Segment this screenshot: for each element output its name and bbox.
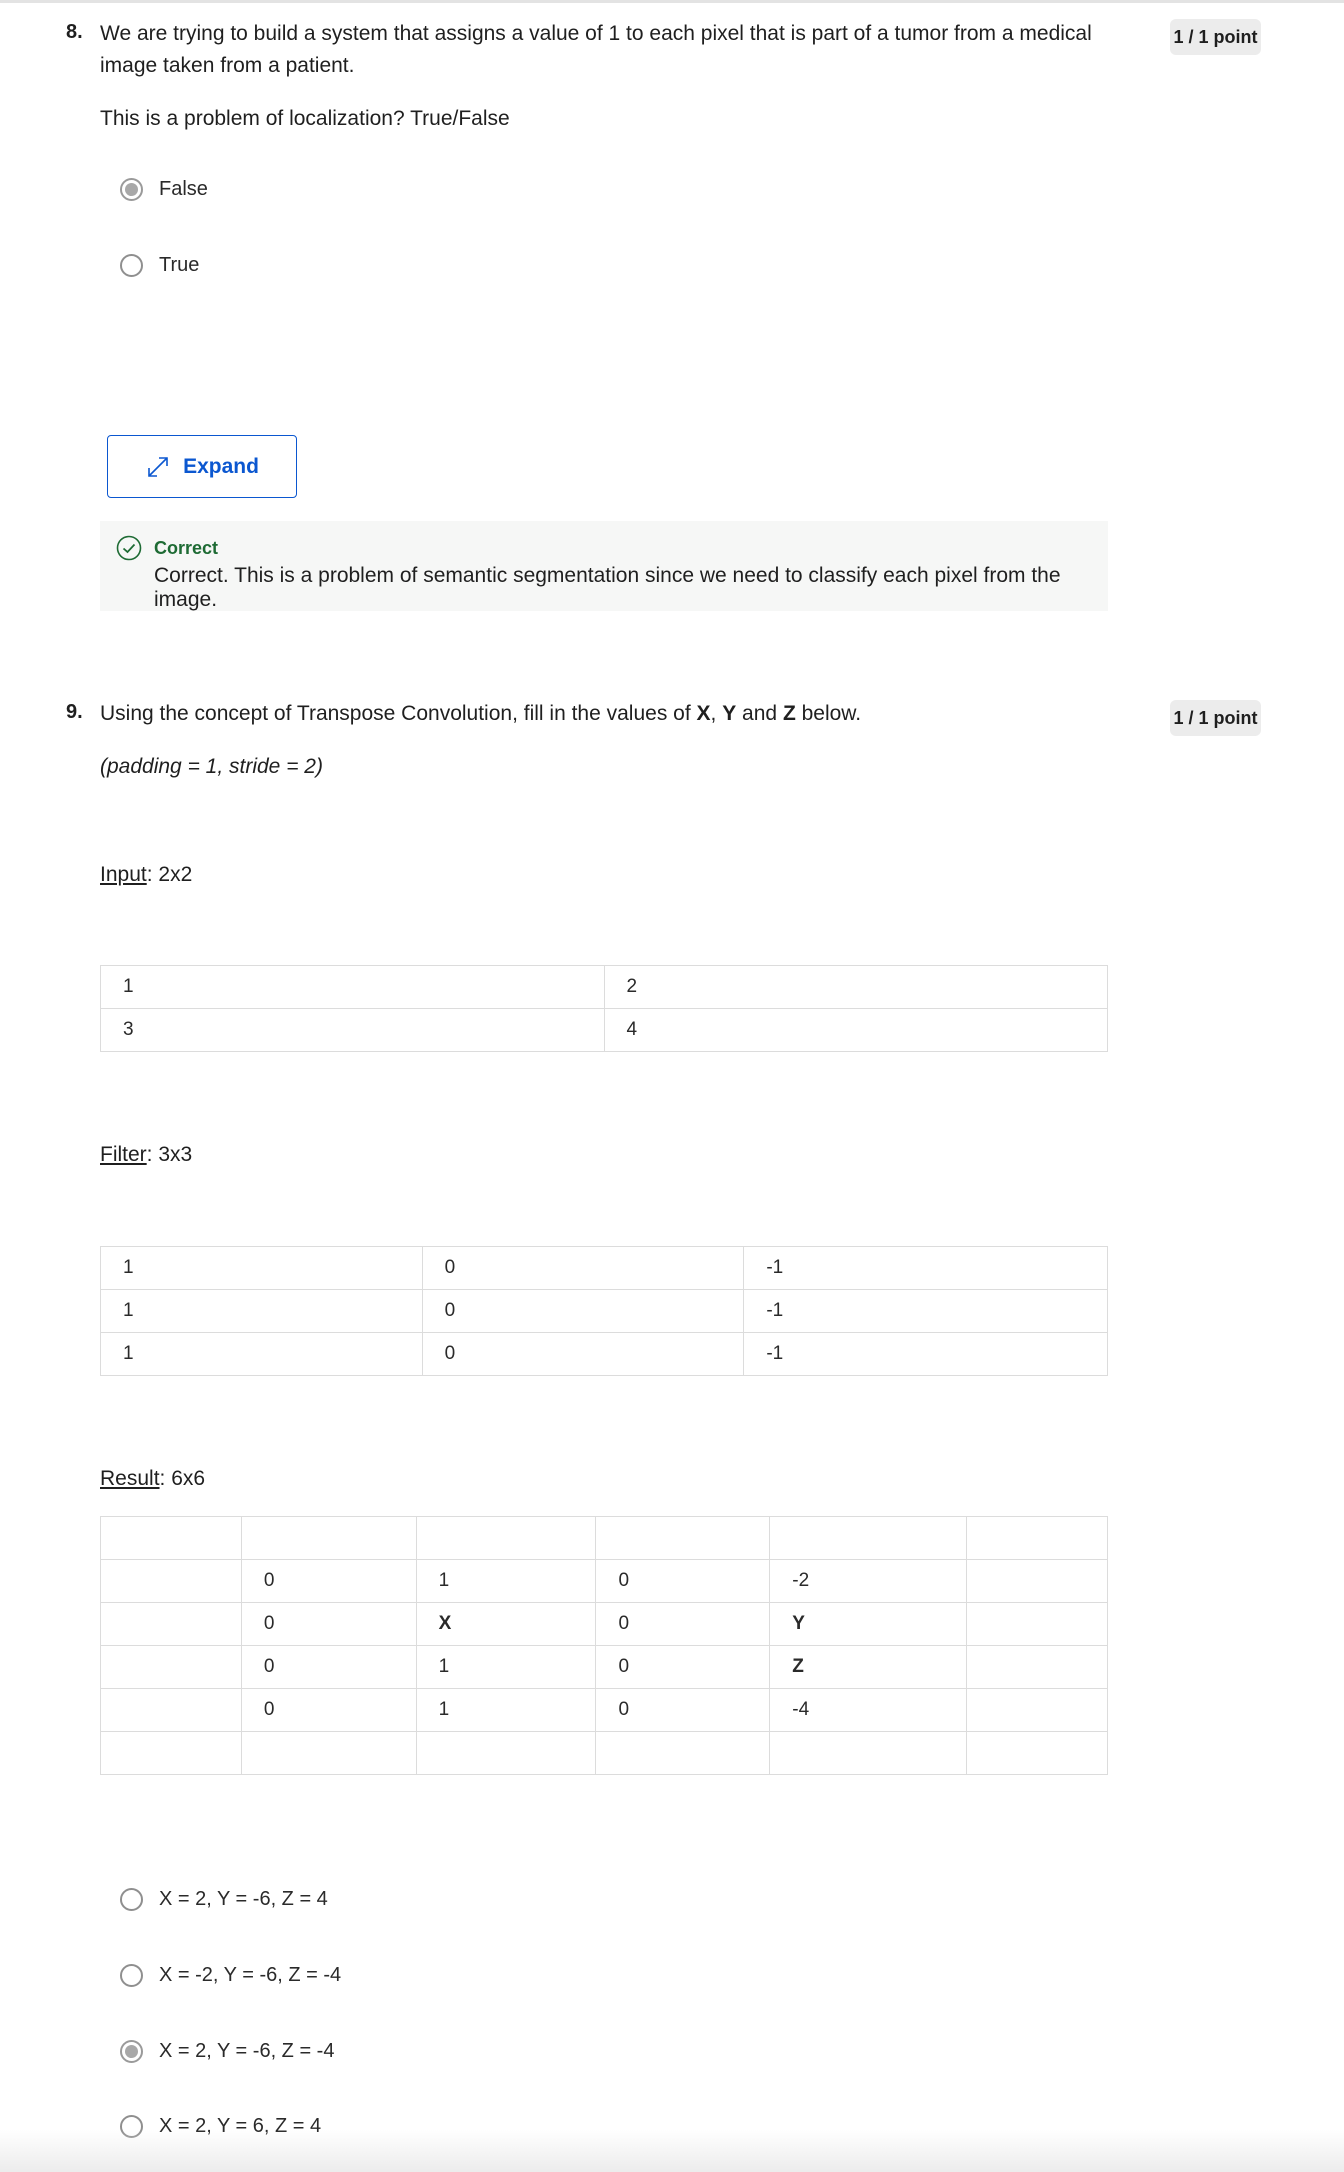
question-9-points-badge: 1 / 1 point [1170, 700, 1261, 736]
table-cell [100, 1516, 242, 1560]
table-cell: 0 [595, 1602, 771, 1646]
table-cell: Z [769, 1645, 968, 1689]
feedback-body: Correct. This is a problem of semantic s… [154, 564, 1061, 611]
q8-option-false[interactable]: False [120, 178, 208, 201]
table-row: 0 1 0 -2 [100, 1559, 1108, 1603]
table-cell [100, 1559, 242, 1603]
question-9-params: (padding = 1, stride = 2) [100, 755, 323, 778]
table-cell [240, 1516, 417, 1560]
option-label: X = 2, Y = -6, Z = -4 [159, 2040, 335, 2062]
table-cell: 1 [100, 1246, 423, 1290]
top-divider [0, 0, 1344, 3]
option-label: X = -2, Y = -6, Z = -4 [159, 1964, 342, 1986]
q9-option-2[interactable]: X = -2, Y = -6, Z = -4 [120, 1964, 341, 1987]
table-row: 0X0Y [100, 1602, 1108, 1646]
table-row [100, 1731, 1108, 1775]
q9-option-1[interactable]: X = 2, Y = -6, Z = 4 [120, 1888, 328, 1911]
table-cell: 0 [595, 1645, 771, 1689]
feedback-box: Correct Correct. This is a problem of se… [100, 521, 1108, 611]
table-cell: 4 [603, 1008, 1108, 1052]
filter-matrix-table: 1 0 -1 1 0 -1 1 0 -1 [100, 1246, 1108, 1376]
table-cell: Y [769, 1602, 968, 1646]
table-cell: 1 [415, 1559, 597, 1603]
feedback-title: Correct [154, 538, 219, 558]
expand-label: Expand [183, 454, 259, 478]
table-cell: 1 [100, 1289, 423, 1333]
table-cell [966, 1516, 1108, 1560]
table-cell [415, 1516, 597, 1560]
radio-selected-icon[interactable] [120, 2040, 143, 2063]
table-cell: 1 [100, 1332, 423, 1376]
table-cell: 0 [421, 1289, 745, 1333]
table-cell [100, 1731, 242, 1775]
expand-button[interactable]: Expand [107, 435, 297, 498]
table-cell [966, 1602, 1108, 1646]
table-cell: -1 [743, 1246, 1108, 1290]
table-cell: -1 [743, 1289, 1108, 1333]
table-cell [769, 1516, 968, 1560]
table-cell: 1 [415, 1688, 597, 1732]
table-row: 34 [100, 1008, 1108, 1052]
table-cell [966, 1688, 1108, 1732]
table-cell [966, 1645, 1108, 1689]
table-cell: -1 [743, 1332, 1108, 1376]
table-cell: 0 [240, 1559, 417, 1603]
table-cell [415, 1731, 597, 1775]
filter-caption: Filter: 3x3 [100, 1143, 193, 1166]
table-cell: 0 [421, 1332, 745, 1376]
table-cell: 1 [415, 1645, 597, 1689]
table-row: 1 0 -1 [100, 1246, 1108, 1290]
result-matrix-table: 0 1 0 -2 0 X 0 Y 0 1 0 Z 0 1 0 -4 [100, 1516, 1108, 1775]
q9-option-3[interactable]: X = 2, Y = -6, Z = -4 [120, 2040, 334, 2063]
table-row: 0 1 0 -4 [100, 1688, 1108, 1732]
table-cell [100, 1602, 242, 1646]
question-8-text: We are trying to build a system that ass… [100, 22, 1092, 77]
table-cell [595, 1731, 771, 1775]
table-cell: 1 [100, 965, 605, 1009]
option-label: False [159, 178, 208, 200]
table-cell: -2 [769, 1559, 968, 1603]
radio-unselected-icon[interactable] [120, 1888, 143, 1911]
table-cell [769, 1731, 968, 1775]
result-caption: Result: 6x6 [100, 1467, 206, 1490]
table-cell [595, 1516, 771, 1560]
question-9-text: Using the concept of Transpose Convoluti… [100, 702, 862, 725]
input-caption: Input: 2x2 [100, 863, 193, 886]
table-row: 1 0 -1 [100, 1332, 1108, 1376]
question-8-prompt: This is a problem of localization? True/… [100, 107, 510, 130]
table-cell [240, 1731, 417, 1775]
option-label: X = 2, Y = -6, Z = 4 [159, 1888, 328, 1910]
question-9-number: 9. [66, 701, 83, 723]
question-8-number: 8. [66, 21, 83, 43]
table-cell: 0 [240, 1688, 417, 1732]
table-cell: -4 [769, 1688, 968, 1732]
radio-unselected-icon[interactable] [120, 254, 143, 277]
expand-arrows-icon [148, 456, 168, 477]
table-row: 12 [100, 965, 1108, 1009]
table-row: 010Z [100, 1645, 1108, 1689]
table-row: 1 0 -1 [100, 1289, 1108, 1333]
table-cell: 2 [603, 965, 1108, 1009]
radio-selected-icon[interactable] [120, 178, 143, 201]
table-cell [100, 1645, 242, 1689]
check-circle-icon [116, 535, 142, 561]
table-cell: X [415, 1602, 597, 1646]
table-cell: 0 [240, 1602, 417, 1646]
table-cell [966, 1731, 1108, 1775]
option-label: True [159, 254, 200, 276]
question-8-points-badge: 1 / 1 point [1170, 19, 1261, 55]
table-cell: 0 [595, 1688, 771, 1732]
table-cell [100, 1688, 242, 1732]
radio-unselected-icon[interactable] [120, 1964, 143, 1987]
table-cell [966, 1559, 1108, 1603]
table-cell: 3 [100, 1008, 605, 1052]
table-cell: 0 [240, 1645, 417, 1689]
input-matrix-table: 1234 [100, 965, 1108, 1052]
bottom-fade [0, 2130, 1344, 2172]
table-cell: 0 [595, 1559, 771, 1603]
table-cell: 0 [421, 1246, 745, 1290]
table-row [100, 1516, 1108, 1560]
q8-option-true[interactable]: True [120, 254, 199, 277]
